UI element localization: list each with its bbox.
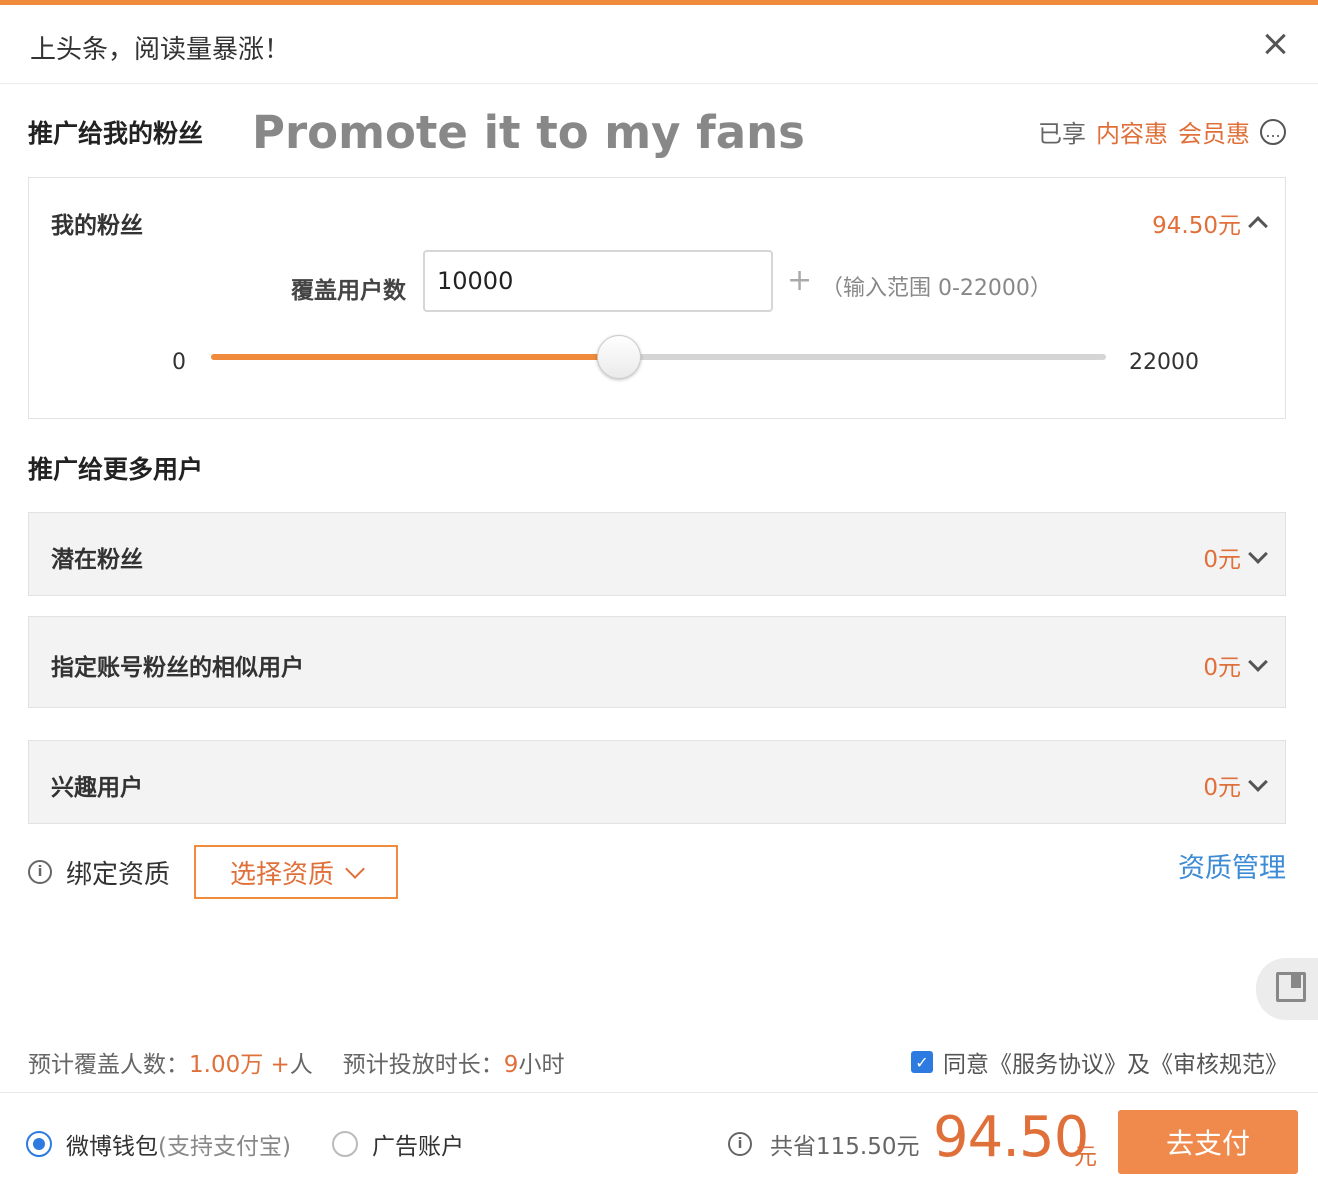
estimate-duration-value: 9 xyxy=(503,1052,519,1078)
ad-account-radio[interactable] xyxy=(332,1131,358,1157)
promote-more-title: 推广给更多用户 xyxy=(28,455,204,484)
estimate-coverage-value: 1.00万 + xyxy=(189,1052,290,1078)
promote-fans-title: 推广给我的粉丝 xyxy=(28,119,204,148)
similar-users-price-value: 0元 xyxy=(1203,655,1241,681)
close-icon[interactable] xyxy=(1260,29,1290,59)
interest-users-row[interactable]: 兴趣用户 0元 xyxy=(28,740,1286,824)
chevron-down-icon[interactable] xyxy=(1248,544,1268,564)
savings-info: i 共省115.50元 xyxy=(728,1127,919,1161)
my-fans-price-value: 94.50元 xyxy=(1152,213,1241,239)
overlay-caption: Promote it to my fans xyxy=(252,106,805,159)
content-discount-label: 内容惠 xyxy=(1096,120,1168,148)
ad-account-option[interactable]: 广告账户 xyxy=(332,1127,464,1161)
interest-users-price[interactable]: 0元 xyxy=(1203,768,1268,802)
wallet-option[interactable]: 微博钱包(支持支付宝) xyxy=(26,1127,291,1161)
similar-users-label: 指定账号粉丝的相似用户 xyxy=(51,655,304,681)
my-fans-panel: 我的粉丝 94.50元 覆盖用户数 + （输入范围 0-22000） 0 220… xyxy=(28,177,1286,419)
member-discount-label: 会员惠 xyxy=(1178,120,1250,148)
slider-min-label: 0 xyxy=(172,350,186,375)
estimate-coverage-prefix: 预计覆盖人数： xyxy=(28,1052,189,1078)
discount-prefix: 已享 xyxy=(1038,120,1086,148)
similar-users-price[interactable]: 0元 xyxy=(1203,648,1268,682)
cover-users-label: 覆盖用户数 xyxy=(291,278,406,304)
my-fans-label: 我的粉丝 xyxy=(51,213,143,239)
fans-slider-thumb[interactable] xyxy=(596,335,641,379)
pay-button[interactable]: 去支付 xyxy=(1118,1110,1298,1174)
dialog-header: 上头条，阅读量暴涨！ xyxy=(0,5,1318,84)
side-tab[interactable] xyxy=(1256,958,1318,1020)
info-icon[interactable]: i xyxy=(728,1132,752,1156)
ad-account-label: 广告账户 xyxy=(372,1134,464,1160)
estimate-row: 预计覆盖人数：1.00万 +人 预计投放时长：9小时 xyxy=(28,1045,564,1079)
select-qualification-button[interactable]: 选择资质 xyxy=(194,845,399,899)
cover-users-input[interactable] xyxy=(423,250,773,312)
my-fans-price[interactable]: 94.50元 xyxy=(1152,206,1268,240)
potential-fans-label: 潜在粉丝 xyxy=(51,547,143,573)
estimate-coverage: 预计覆盖人数：1.00万 +人 xyxy=(28,1045,313,1079)
plus-icon[interactable]: + xyxy=(787,266,812,296)
chevron-up-icon[interactable] xyxy=(1248,216,1268,236)
slider-max-label: 22000 xyxy=(1129,350,1199,375)
total-price: 94.50 xyxy=(933,1105,1089,1170)
discount-info: 已享 内容惠 会员惠 ... xyxy=(1038,114,1286,149)
bind-qualification-label: 绑定资质 xyxy=(66,859,171,890)
agreement-row: ✓ 同意《服务协议》及《审核规范》 xyxy=(911,1045,1288,1079)
wallet-label: 微博钱包 xyxy=(66,1134,158,1160)
total-price-unit: 元 xyxy=(1074,1144,1097,1170)
bookmark-icon xyxy=(1276,972,1306,1002)
potential-fans-price[interactable]: 0元 xyxy=(1203,540,1268,574)
info-icon[interactable]: i xyxy=(28,860,52,884)
qualification-manage-link[interactable]: 资质管理 xyxy=(1178,846,1286,885)
chevron-down-icon[interactable] xyxy=(1248,772,1268,792)
wallet-radio[interactable] xyxy=(26,1131,52,1157)
agreement-text[interactable]: 同意《服务协议》及《审核规范》 xyxy=(943,1045,1288,1079)
estimate-duration-unit: 小时 xyxy=(518,1052,565,1078)
range-hint: （输入范围 0-22000） xyxy=(821,276,1052,301)
chevron-down-icon xyxy=(345,859,365,879)
estimate-coverage-unit: 人 xyxy=(289,1052,313,1078)
estimate-duration-prefix: 预计投放时长： xyxy=(342,1052,504,1078)
agreement-checkbox[interactable]: ✓ xyxy=(911,1051,933,1073)
dialog-title: 上头条，阅读量暴涨！ xyxy=(30,35,291,65)
payment-footer: 微博钱包(支持支付宝) 广告账户 i 共省115.50元 94.50 元 去支付 xyxy=(0,1092,1318,1197)
interest-users-label: 兴趣用户 xyxy=(51,775,143,801)
savings-text: 共省115.50元 xyxy=(770,1134,920,1160)
select-qualification-label: 选择资质 xyxy=(230,859,335,890)
similar-users-row[interactable]: 指定账号粉丝的相似用户 0元 xyxy=(28,616,1286,708)
chevron-down-icon[interactable] xyxy=(1248,652,1268,672)
estimate-duration: 预计投放时长：9小时 xyxy=(343,1045,565,1079)
interest-users-price-value: 0元 xyxy=(1203,775,1241,801)
fans-slider-track[interactable] xyxy=(211,335,1106,379)
wallet-sub-label: (支持支付宝) xyxy=(158,1134,291,1160)
more-icon[interactable]: ... xyxy=(1260,118,1286,145)
qualification-row: i 绑定资质 选择资质 xyxy=(28,845,399,899)
potential-fans-price-value: 0元 xyxy=(1203,547,1241,573)
potential-fans-row[interactable]: 潜在粉丝 0元 xyxy=(28,512,1286,596)
fans-slider-fill xyxy=(211,354,618,360)
